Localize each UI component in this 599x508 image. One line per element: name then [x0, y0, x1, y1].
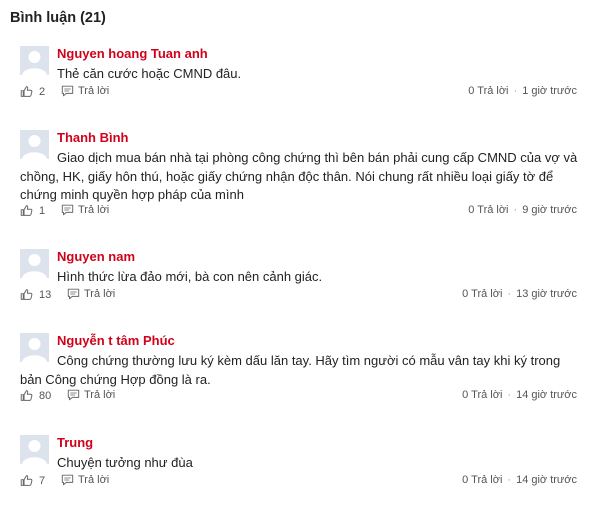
comment-time: 14 giờ trước	[516, 474, 577, 486]
like-button[interactable]: 7	[20, 474, 45, 487]
reply-label: Trả lời	[84, 288, 116, 300]
comment-actions: 13 Trả lời 0 Trả lời · 13 giờ trước	[20, 288, 580, 304]
thumbs-up-icon	[20, 205, 33, 216]
reply-button[interactable]: Trả lời	[61, 204, 109, 216]
comment-meta: 0 Trả lời · 1 giờ trước	[468, 85, 577, 97]
comment-text: Giao dịch mua bán nhà tại phòng công chứ…	[20, 150, 578, 202]
reply-label: Trả lời	[84, 389, 116, 401]
comment-meta: 0 Trả lời · 14 giờ trước	[462, 474, 577, 486]
comment-actions: 7 Trả lời 0 Trả lời · 14 giờ trước	[20, 474, 580, 490]
comment-meta: 0 Trả lời · 13 giờ trước	[462, 288, 577, 300]
like-count: 2	[39, 85, 46, 98]
reply-count[interactable]: 0 Trả lời	[468, 204, 508, 216]
like-count: 1	[39, 204, 46, 217]
comment-bubble-icon	[61, 204, 74, 216]
comment-bubble-icon	[67, 288, 80, 300]
thumbs-up-icon	[20, 86, 33, 97]
comment-meta: 0 Trả lời · 9 giờ trước	[468, 204, 577, 216]
reply-button[interactable]: Trả lời	[67, 389, 115, 401]
reply-button[interactable]: Trả lời	[61, 85, 109, 97]
like-count: 80	[39, 389, 52, 402]
comment-author[interactable]: Nguyen nam	[57, 249, 135, 264]
reply-label: Trả lời	[78, 85, 110, 97]
reply-count[interactable]: 0 Trả lời	[462, 288, 502, 300]
comment-author[interactable]: Trung	[57, 435, 93, 450]
comment-bubble-icon	[61, 474, 74, 486]
like-count: 13	[39, 288, 52, 301]
reply-button[interactable]: Trả lời	[61, 474, 109, 486]
reply-count[interactable]: 0 Trả lời	[462, 474, 502, 486]
comments-section-title: Bình luận (21)	[10, 10, 106, 26]
reply-count[interactable]: 0 Trả lời	[462, 389, 502, 401]
comment-bubble-icon	[67, 389, 80, 401]
comment-time: 14 giờ trước	[516, 389, 577, 401]
like-button[interactable]: 2	[20, 85, 45, 98]
reply-label: Trả lời	[78, 204, 110, 216]
comment-text: Thẻ căn cước hoặc CMND đâu.	[57, 66, 242, 81]
like-count: 7	[39, 474, 46, 487]
thumbs-up-icon	[20, 475, 33, 486]
thumbs-up-icon	[20, 289, 33, 300]
comment-meta: 0 Trả lời · 14 giờ trước	[462, 389, 577, 401]
comment-actions: 1 Trả lời 0 Trả lời · 9 giờ trước	[20, 204, 580, 220]
comment-text: Hình thức lừa đảo mới, bà con nên cảnh g…	[57, 269, 323, 284]
comment-time: 1 giờ trước	[522, 85, 577, 97]
comment-author[interactable]: Nguyen hoang Tuan anh	[57, 46, 208, 61]
comment-actions: 80 Trả lời 0 Trả lời · 14 giờ trước	[20, 389, 580, 405]
like-button[interactable]: 13	[20, 288, 51, 301]
comment-actions: 2 Trả lời 0 Trả lời · 1 giờ trước	[20, 85, 580, 101]
comment-author[interactable]: Nguyễn t tâm Phúc	[57, 333, 175, 348]
thumbs-up-icon	[20, 390, 33, 401]
comment-time: 13 giờ trước	[516, 288, 577, 300]
reply-label: Trả lời	[78, 474, 110, 486]
reply-button[interactable]: Trả lời	[67, 288, 115, 300]
like-button[interactable]: 80	[20, 389, 51, 402]
like-button[interactable]: 1	[20, 204, 45, 217]
reply-count[interactable]: 0 Trả lời	[468, 85, 508, 97]
comment-text: Công chứng thường lưu ký kèm dấu lăn tay…	[20, 353, 561, 387]
comment-text: Chuyện tưởng như đùa	[57, 455, 193, 470]
comment-bubble-icon	[61, 85, 74, 97]
comment-author[interactable]: Thanh Bình	[57, 130, 129, 145]
comment-time: 9 giờ trước	[522, 204, 577, 216]
